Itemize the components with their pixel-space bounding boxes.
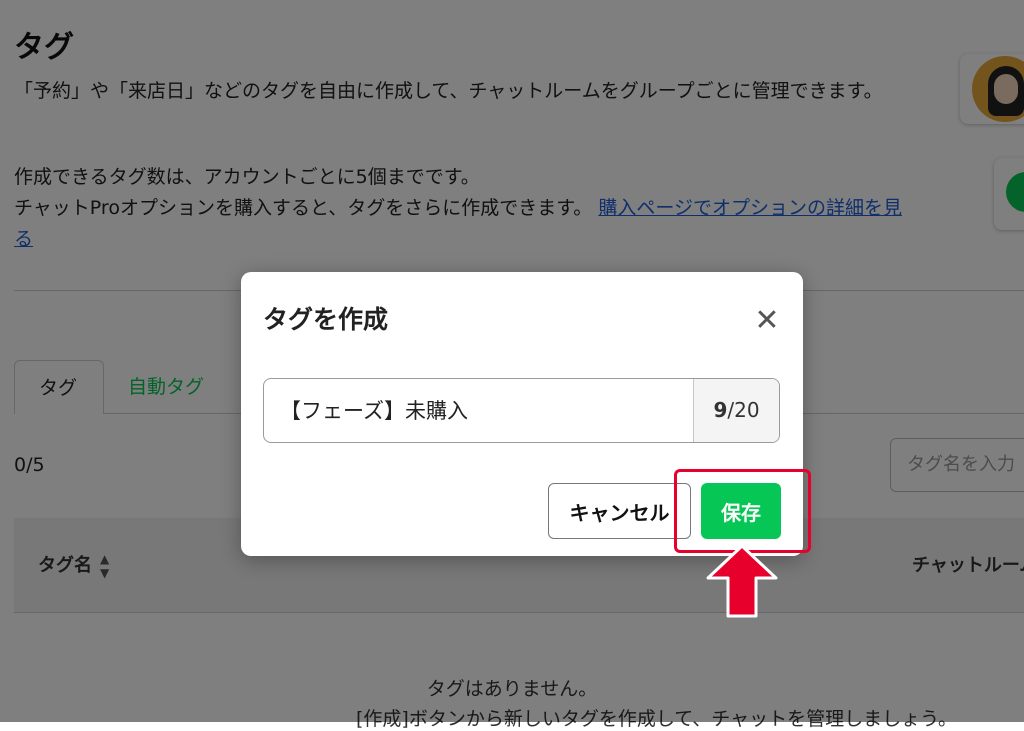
char-counter: 9/20 — [693, 379, 779, 442]
arrow-up-icon — [706, 544, 778, 618]
save-highlight-box — [674, 469, 811, 553]
dialog-title: タグを作成 — [263, 305, 389, 334]
tag-name-field: 9/20 — [263, 378, 780, 443]
close-icon[interactable]: ✕ — [749, 304, 785, 340]
cancel-button[interactable]: キャンセル — [548, 483, 691, 539]
tag-name-input[interactable] — [278, 379, 692, 442]
char-counter-current: 9 — [713, 398, 728, 422]
char-counter-max: /20 — [727, 398, 760, 422]
